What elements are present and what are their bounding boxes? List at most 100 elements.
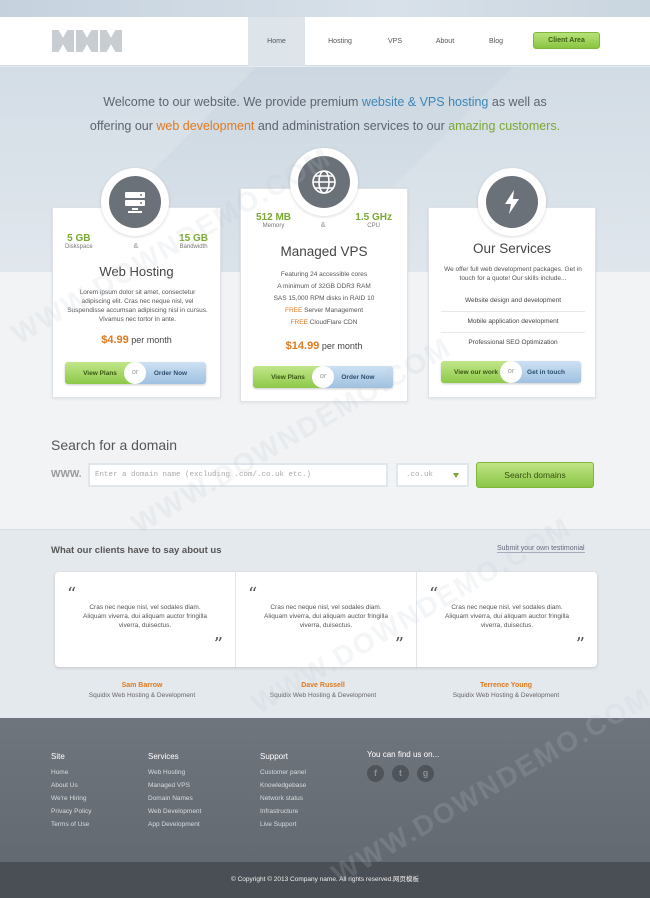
feature: SAS 15,000 RPM disks in RAID 10 (273, 295, 375, 302)
domain-input[interactable]: Enter a domain name (excluding .com/.co.… (88, 463, 388, 487)
globe-icon-badge (290, 148, 358, 216)
copyright-bar: © Copyright © 2013 Company name. All rig… (0, 862, 650, 898)
highlight-webdev: web development (156, 119, 255, 133)
lightning-bolt-icon (486, 176, 538, 228)
author-name: Terrence Young (479, 682, 533, 689)
footer-link[interactable]: Home (51, 766, 91, 779)
bolt-icon-badge (478, 168, 546, 236)
author-role: Squidix Web Hosting & Development (88, 692, 196, 699)
close-quote-icon: ” (394, 634, 404, 655)
footer-link[interactable]: Web Development (148, 805, 201, 818)
footer-support-column: Support Customer panel Knowledgebase Net… (260, 752, 306, 831)
logo[interactable] (52, 30, 122, 52)
web-buttons: View Plans Order Now or (65, 362, 206, 384)
feature: A minimum of 32GB DDR3 RAM (277, 283, 371, 290)
or-divider: or (500, 361, 522, 383)
testimonial-author: Sam Barrow Squidix Web Hosting & Develop… (52, 682, 232, 699)
footer-link[interactable]: Live Support (260, 818, 306, 831)
facebook-icon[interactable]: f (367, 765, 384, 782)
logo-mark (52, 30, 74, 52)
card-title: Web Hosting (99, 264, 174, 279)
testimonial-text: Cras nec neque nisl, vel sodales diam. A… (83, 604, 207, 629)
testimonial-author: Dave Russell Squidix Web Hosting & Devel… (233, 682, 413, 699)
author-name: Sam Barrow (121, 682, 163, 689)
footer-heading: Site (51, 752, 65, 761)
globe-icon (298, 156, 350, 208)
footer-link[interactable]: Infrastructure (260, 805, 306, 818)
vps-buttons: View Plans Order Now or (253, 366, 393, 388)
twitter-icon[interactable]: t (392, 765, 409, 782)
nav-vps[interactable]: VPS (375, 17, 415, 66)
submit-testimonial-link[interactable]: Submit your own testimonial (497, 545, 585, 553)
card-price: $4.99 per month (101, 334, 172, 346)
google-icon[interactable]: g (417, 765, 434, 782)
footer-heading: Services (148, 752, 179, 761)
welcome-text-part: and administration services to our (254, 119, 449, 133)
footer-link[interactable]: Customer panel (260, 766, 306, 779)
welcome-text-part: Welcome to our website. We provide premi… (103, 95, 362, 109)
spec-cpu: 1.5 GHz CPU (355, 212, 392, 229)
testimonial-text: Cras nec neque nisl, vel sodales diam. A… (264, 604, 388, 629)
feature: Featuring 24 accessible cores (280, 271, 368, 278)
testimonial-text: Cras nec neque nisl, vel sodales diam. A… (445, 604, 569, 629)
domain-search-title: Search for a domain (51, 437, 178, 453)
dropdown-arrow-icon (453, 473, 459, 478)
nav-about[interactable]: About (415, 17, 475, 66)
nav-blog[interactable]: Blog (475, 17, 517, 66)
list-item: Mobile application development (441, 312, 585, 333)
testimonials-title: What our clients have to say about us (51, 545, 222, 556)
footer-link[interactable]: Domain Names (148, 792, 201, 805)
logo-mark (76, 30, 98, 52)
logo-mark (100, 30, 122, 52)
footer-link[interactable]: Network status (260, 792, 306, 805)
testimonial-author: Terrence Young Squidix Web Hosting & Dev… (416, 682, 596, 699)
open-quote-icon: “ (429, 584, 439, 605)
header: Home Hosting VPS About Blog Client Area (0, 17, 650, 66)
nav-home[interactable]: Home (248, 17, 305, 66)
or-divider: or (312, 366, 334, 388)
server-icon (109, 176, 161, 228)
list-item: Website design and development (441, 291, 585, 312)
card-title: Our Services (472, 241, 552, 256)
www-prefix: WWW. (51, 469, 82, 480)
footer-social-column: You can find us on... f t g (367, 750, 439, 782)
footer-site-column: Site Home About Us We're Hiring Privacy … (51, 752, 91, 831)
social-icons: f t g (367, 765, 439, 782)
welcome-text: Welcome to our website. We provide premi… (60, 90, 590, 138)
main-nav: Home Hosting VPS About Blog (248, 17, 517, 66)
footer-link[interactable]: Terms of Use (51, 818, 91, 831)
footer-link[interactable]: Managed VPS (148, 779, 201, 792)
footer (0, 718, 650, 862)
welcome-text-part: as well as (488, 95, 547, 109)
footer-link[interactable]: App Development (148, 818, 201, 831)
top-strip (0, 0, 650, 17)
highlight-customers: amazing customers. (448, 119, 561, 133)
services-list: Website design and development Mobile ap… (441, 291, 585, 354)
spec-memory: 512 MB Memory (256, 212, 292, 229)
footer-heading: You can find us on... (367, 750, 440, 759)
tld-select[interactable]: .co.uk (396, 463, 469, 487)
footer-link[interactable]: Web Hosting (148, 766, 201, 779)
author-name: Dave Russell (301, 682, 345, 689)
card-title: Managed VPS (280, 244, 368, 259)
tld-value: .co.uk (406, 471, 434, 479)
open-quote-icon: “ (248, 584, 258, 605)
footer-link[interactable]: Knowledgebase (260, 779, 306, 792)
footer-services-column: Services Web Hosting Managed VPS Domain … (148, 752, 201, 831)
search-domains-button[interactable]: Search domains (476, 462, 594, 488)
nav-hosting[interactable]: Hosting (305, 17, 375, 66)
list-item: Professional SEO Optimization (468, 339, 558, 346)
testimonials-box: “ Cras nec neque nisl, vel sodales diam.… (55, 572, 597, 667)
welcome-text-part: offering our (89, 119, 157, 133)
feature: FREE CloudFlare CDN (290, 319, 358, 326)
footer-link[interactable]: Privacy Policy (51, 805, 91, 818)
feature: FREE Server Management (284, 307, 364, 314)
testimonial: “ Cras nec neque nisl, vel sodales diam.… (55, 572, 236, 667)
open-quote-icon: “ (67, 584, 77, 605)
server-icon-badge (101, 168, 169, 236)
card-description: Lorem ipsum dolor sit amet, consectetur … (67, 289, 208, 323)
client-area-button[interactable]: Client Area (533, 32, 600, 49)
testimonial: “ Cras nec neque nisl, vel sodales diam.… (417, 572, 597, 667)
footer-link[interactable]: About Us (51, 779, 91, 792)
footer-link[interactable]: We're Hiring (51, 792, 91, 805)
